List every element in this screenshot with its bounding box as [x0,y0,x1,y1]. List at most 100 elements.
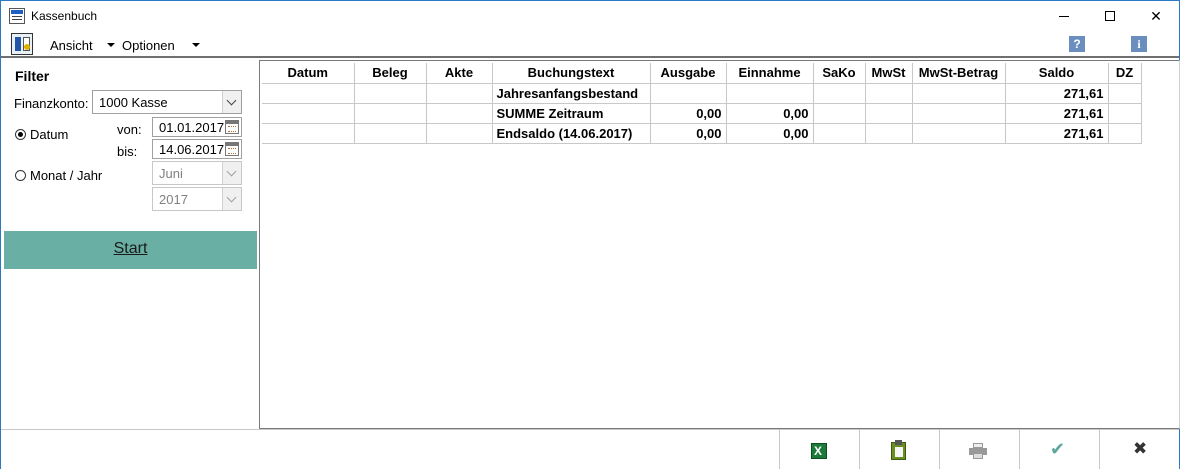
col-header-buchungstext[interactable]: Buchungstext [492,63,651,84]
checkmark-icon: ✔ [1050,439,1066,459]
title-bar: Kassenbuch ✕ [1,1,1179,31]
cell-mwst-betrag [912,123,1006,144]
cell-beleg [354,103,427,124]
print-button[interactable] [939,430,1019,469]
cell-sako [813,83,866,104]
dropdown-arrow-icon[interactable] [107,43,115,47]
excel-export-button[interactable]: X [779,430,859,469]
jahr-value: 2017 [159,192,188,207]
finanzkonto-label: Finanzkonto: [14,96,89,111]
maximize-button[interactable] [1087,1,1133,31]
help-icon[interactable]: ? [1069,36,1085,52]
monat-jahr-radio[interactable] [15,170,26,181]
datum-label[interactable]: Datum [30,127,68,142]
col-header-einnahme[interactable]: Einnahme [726,63,814,84]
start-button-label: Start [113,240,148,257]
table-header-row: Datum Beleg Akte Buchungstext Ausgabe Ei… [262,63,1142,84]
cell-einnahme: 0,00 [726,103,814,124]
cell-einnahme [726,83,814,104]
cell-buchungstext: Jahresanfangsbestand [492,83,651,104]
maximize-icon [1105,11,1115,21]
chevron-down-icon [222,188,241,210]
close-button[interactable]: ✕ [1133,1,1179,31]
col-header-sako[interactable]: SaKo [813,63,866,84]
cell-mwst-betrag [912,83,1006,104]
monat-select: Juni [152,161,242,185]
monat-value: Juni [159,166,183,181]
cell-buchungstext: Endsaldo (14.06.2017) [492,123,651,144]
close-icon: ✖ [1133,439,1148,458]
cell-ausgabe [650,83,727,104]
bis-date-value: 14.06.2017 [159,142,225,157]
bis-label: bis: [117,144,138,159]
col-header-datum[interactable]: Datum [262,63,355,84]
calendar-icon[interactable] [225,120,239,134]
cell-saldo: 271,61 [1005,83,1109,104]
calendar-icon[interactable] [225,142,239,156]
table-row[interactable]: Endsaldo (14.06.2017) 0,00 0,00 271,61 [262,123,1142,144]
printer-icon [969,443,987,459]
col-header-mwst[interactable]: MwSt [865,63,913,84]
cell-sako [813,103,866,124]
cell-mwst [865,83,913,104]
cell-dz [1108,103,1142,124]
cell-datum [262,123,355,144]
chevron-down-icon [222,162,241,184]
cell-beleg [354,83,427,104]
filter-title: Filter [15,68,50,84]
jahr-select: 2017 [152,187,242,211]
cell-akte [426,83,493,104]
menu-ansicht[interactable]: Ansicht [50,38,93,53]
cell-sako [813,123,866,144]
menu-bar: Ansicht Optionen ? i [1,31,1179,58]
finanzkonto-select[interactable]: 1000 Kasse [92,90,242,114]
von-label: von: [117,122,142,137]
cell-mwst [865,123,913,144]
cell-saldo: 271,61 [1005,103,1109,124]
filter-panel: Filter Finanzkonto: 1000 Kasse Datum von… [1,60,259,429]
minimize-icon [1059,16,1069,17]
cell-dz [1108,123,1142,144]
app-icon [9,8,25,24]
cell-beleg [354,123,427,144]
datum-radio[interactable] [15,129,26,140]
info-icon[interactable]: i [1131,36,1147,52]
von-date-field[interactable]: 01.01.2017 [152,117,242,137]
excel-export-icon: X [811,443,827,459]
chevron-down-icon[interactable] [222,91,241,113]
cell-akte [426,123,493,144]
close-icon: ✕ [1150,8,1162,24]
ok-button[interactable]: ✔ [1019,430,1099,469]
cell-datum [262,83,355,104]
minimize-button[interactable] [1041,1,1087,31]
cell-dz [1108,83,1142,104]
cashbook-icon[interactable] [11,33,33,55]
bottom-toolbar: X ✔ ✖ [1,429,1179,469]
kassenbuch-grid: Datum Beleg Akte Buchungstext Ausgabe Ei… [259,60,1180,429]
cancel-button[interactable]: ✖ [1099,430,1179,469]
col-header-akte[interactable]: Akte [426,63,493,84]
col-header-mwst-betrag[interactable]: MwSt-Betrag [912,63,1006,84]
cell-ausgabe: 0,00 [650,123,727,144]
cell-buchungstext: SUMME Zeitraum [492,103,651,124]
monat-jahr-label[interactable]: Monat / Jahr [30,168,102,183]
cell-mwst-betrag [912,103,1006,124]
cell-ausgabe: 0,00 [650,103,727,124]
col-header-saldo[interactable]: Saldo [1005,63,1109,84]
clipboard-button[interactable] [859,430,939,469]
table-row[interactable]: SUMME Zeitraum 0,00 0,00 271,61 [262,103,1142,124]
dropdown-arrow-icon[interactable] [192,43,200,47]
cell-akte [426,103,493,124]
cell-saldo: 271,61 [1005,123,1109,144]
window-title: Kassenbuch [31,9,98,23]
col-header-beleg[interactable]: Beleg [354,63,427,84]
kassenbuch-window: Kassenbuch ✕ Ansicht Optionen ? i Filter… [0,0,1180,469]
bis-date-field[interactable]: 14.06.2017 [152,139,242,159]
col-header-ausgabe[interactable]: Ausgabe [650,63,727,84]
cell-datum [262,103,355,124]
col-header-dz[interactable]: DZ [1108,63,1142,84]
kassenbuch-table: Datum Beleg Akte Buchungstext Ausgabe Ei… [262,63,1142,144]
start-button[interactable]: Start [4,231,257,269]
menu-optionen[interactable]: Optionen [122,38,175,53]
table-row[interactable]: Jahresanfangsbestand 271,61 [262,83,1142,104]
